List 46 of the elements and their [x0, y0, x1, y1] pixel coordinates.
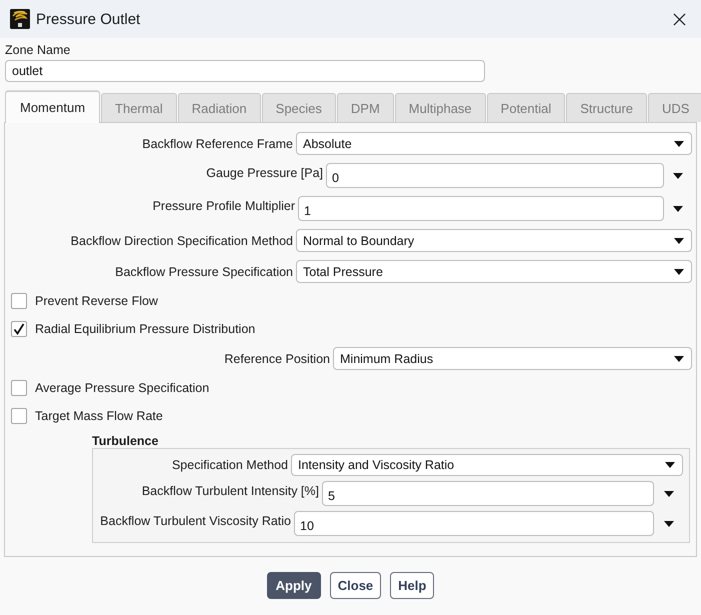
- app-logo-icon: [10, 9, 30, 29]
- checkbox-label: Prevent Reverse Flow: [35, 294, 158, 308]
- field-label: Backflow Reference Frame: [142, 136, 293, 150]
- dropdown[interactable]: Total Pressure: [296, 260, 692, 283]
- field-label: Pressure Profile Multiplier: [152, 199, 295, 213]
- checkbox-label: Target Mass Flow Rate: [35, 409, 163, 423]
- number-field[interactable]: 10: [294, 511, 654, 536]
- checkbox[interactable]: [11, 408, 27, 424]
- checkbox[interactable]: [11, 321, 27, 337]
- caret-icon[interactable]: [664, 490, 674, 496]
- dropdown[interactable]: Intensity and Viscosity Ratio: [291, 454, 683, 476]
- window-title: Pressure Outlet: [36, 10, 140, 28]
- caret-icon: [674, 238, 684, 244]
- checkbox-label: Average Pressure Specification: [35, 381, 210, 395]
- field-label: Zone Name: [5, 43, 70, 57]
- checkbox[interactable]: [11, 293, 27, 309]
- number-field[interactable]: 1: [298, 196, 664, 221]
- caret-icon[interactable]: [673, 172, 683, 178]
- caret-icon[interactable]: [673, 206, 683, 212]
- number-field[interactable]: 0: [326, 163, 664, 188]
- caret-icon: [674, 268, 684, 274]
- number-field[interactable]: 5: [322, 481, 654, 506]
- field-label: Backflow Pressure Specification: [115, 264, 293, 278]
- close-icon: [672, 12, 686, 26]
- checkbox[interactable]: [11, 380, 27, 396]
- button[interactable]: Close: [330, 572, 382, 599]
- dropdown[interactable]: Minimum Radius: [333, 347, 692, 370]
- caret-icon: [674, 356, 684, 362]
- tab[interactable]: Momentum: [5, 91, 100, 123]
- field-label: Backflow Turbulent Intensity [%]: [142, 484, 319, 498]
- field-label: Gauge Pressure [Pa]: [206, 166, 323, 180]
- field-label: Specification Method: [172, 458, 288, 472]
- field-label: Reference Position: [224, 352, 330, 366]
- button[interactable]: Help: [390, 572, 434, 599]
- checkbox-label: Radial Equilibrium Pressure Distribution: [35, 322, 256, 336]
- dropdown[interactable]: Normal to Boundary: [296, 229, 692, 252]
- caret-icon: [665, 462, 675, 468]
- button[interactable]: Apply: [266, 572, 321, 599]
- dropdown[interactable]: Absolute: [296, 132, 692, 155]
- field-label: Backflow Direction Specification Method: [70, 234, 293, 248]
- caret-icon[interactable]: [664, 520, 674, 526]
- checkmark-icon: [13, 323, 25, 335]
- group-title: Turbulence: [92, 434, 158, 448]
- caret-icon: [674, 140, 684, 146]
- field-label: Backflow Turbulent Viscosity Ratio: [100, 514, 291, 528]
- text-field[interactable]: outlet: [5, 60, 485, 82]
